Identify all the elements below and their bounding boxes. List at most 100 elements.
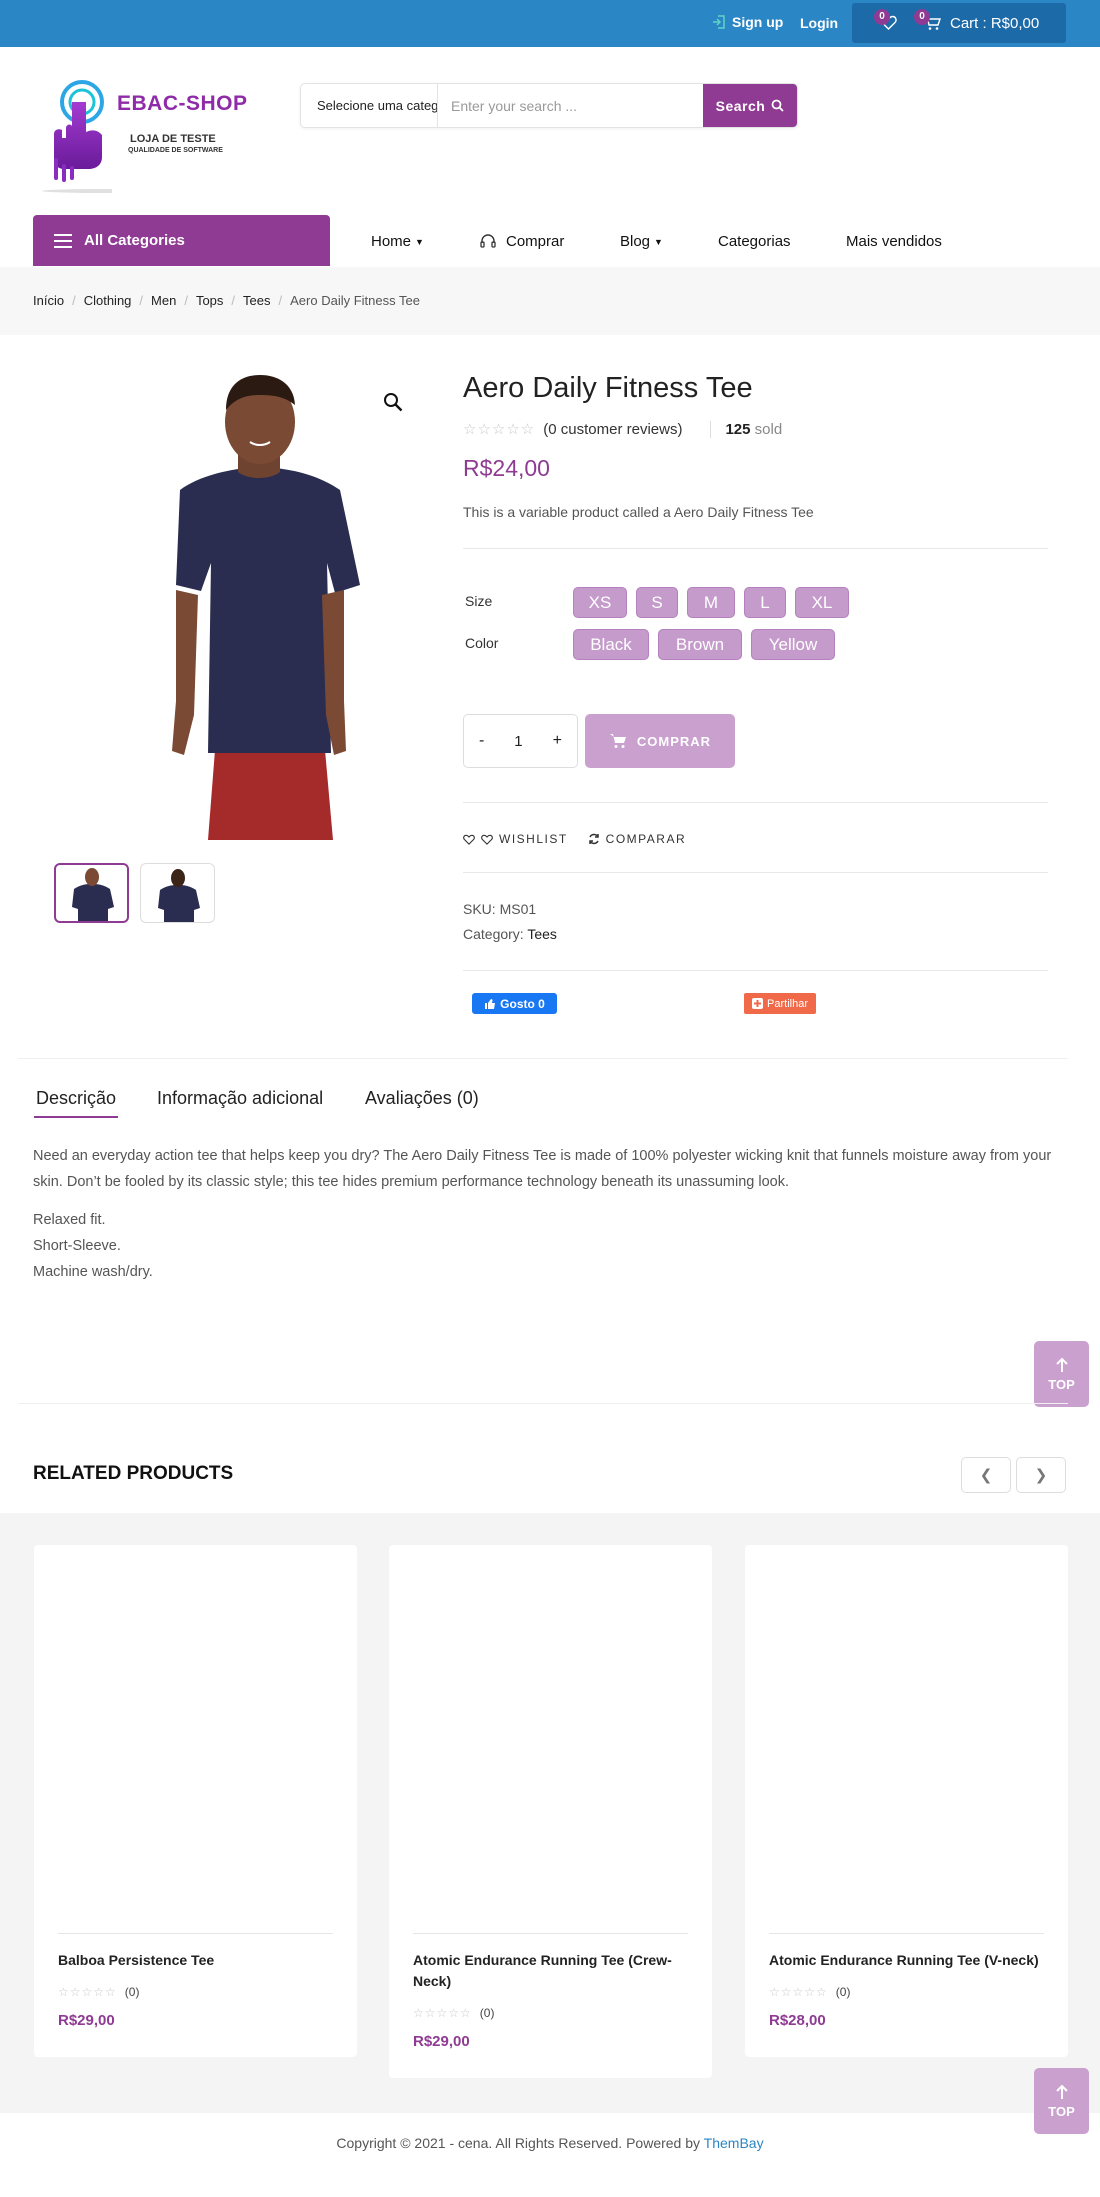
breadcrumb-item[interactable]: Men — [151, 293, 176, 308]
qty-decrease-button[interactable]: - — [479, 732, 484, 750]
carousel-prev-button[interactable]: ❮ — [961, 1457, 1011, 1493]
quantity-stepper: - 1 + — [463, 714, 578, 768]
search-button-label: Search — [715, 97, 766, 114]
breadcrumb-item[interactable]: Clothing — [84, 293, 132, 308]
cart-icon — [609, 734, 626, 748]
zoom-icon[interactable] — [383, 392, 403, 412]
thumbnail-1[interactable] — [54, 863, 129, 923]
tab-descricao[interactable]: Descrição — [33, 1088, 119, 1118]
product-card[interactable]: Atomic Endurance Running Tee (V-neck) ☆☆… — [745, 1545, 1068, 2057]
logo-hand-icon — [42, 80, 112, 193]
thumbnail-image — [71, 868, 114, 921]
nav-mais-vendidos[interactable]: Mais vendidos — [846, 233, 942, 250]
feature-item: Machine wash/dry. — [33, 1264, 153, 1280]
product-card-name[interactable]: Atomic Endurance Running Tee (Crew-Neck) — [413, 1950, 692, 1992]
product-card-name[interactable]: Balboa Persistence Tee — [58, 1950, 337, 1971]
category-link[interactable]: Tees — [527, 926, 557, 942]
logo-title: EBAC-SHOP — [117, 92, 248, 115]
logo-tagline: QUALIDADE DE SOFTWARE — [128, 147, 223, 154]
nav-comprar[interactable]: Comprar — [480, 233, 564, 250]
chevron-right-icon: ❯ — [1034, 1467, 1048, 1484]
size-option-xl[interactable]: XL — [795, 587, 849, 618]
review-count[interactable]: (0 customer reviews) — [543, 421, 682, 438]
footer-link[interactable]: ThemBay — [704, 2135, 764, 2151]
divider — [463, 872, 1048, 873]
product-main-image[interactable] — [120, 370, 380, 840]
breadcrumb-item[interactable]: Tops — [196, 293, 223, 308]
add-to-cart-button[interactable]: COMPRAR — [585, 714, 735, 768]
product-card-name[interactable]: Atomic Endurance Running Tee (V-neck) — [769, 1950, 1048, 1971]
breadcrumb-item[interactable]: Início — [33, 293, 64, 308]
tab-avaliacoes[interactable]: Avaliações (0) — [365, 1088, 479, 1109]
caret-down-icon: ▼ — [654, 236, 663, 247]
qty-value[interactable]: 1 — [514, 733, 522, 750]
cart-box[interactable]: 0 0 Cart : R$0,00 — [852, 3, 1066, 43]
size-option-xs[interactable]: XS — [573, 587, 627, 618]
tab-informacao-adicional[interactable]: Informação adicional — [157, 1088, 323, 1109]
add-to-cart-label: COMPRAR — [636, 733, 712, 749]
size-option-l[interactable]: L — [744, 587, 786, 618]
product-actions: WISHLIST COMPARAR — [463, 832, 686, 846]
top-bar: Sign up Login 0 0 Cart : R$0,00 — [0, 0, 1100, 47]
facebook-like-button[interactable]: Gosto 0 — [472, 993, 557, 1014]
product-card-reviews: (0) — [835, 1985, 851, 1999]
logo-subtitle: LOJA DE TESTE — [130, 133, 216, 145]
back-to-top-button[interactable]: TOP — [1034, 1341, 1089, 1407]
wishlist-button[interactable]: WISHLIST — [463, 832, 568, 846]
nav-blog[interactable]: Blog ▼ — [620, 233, 663, 250]
headset-icon — [480, 234, 496, 248]
divider — [463, 802, 1048, 803]
card-divider — [413, 1933, 688, 1934]
breadcrumb: Início / Clothing / Men / Tops / Tees / Aero … — [33, 293, 420, 308]
footer: Copyright © 2021 - cena. All Rights Rese… — [0, 2135, 1100, 2151]
nav-comprar-label: Comprar — [506, 233, 565, 250]
divider — [18, 1058, 1068, 1059]
product-card-reviews: (0) — [479, 2006, 495, 2020]
all-categories-button[interactable]: All Categories — [33, 215, 330, 266]
breadcrumb-separator: / — [278, 293, 283, 308]
login-link[interactable]: Login — [800, 15, 838, 31]
color-option-black[interactable]: Black — [573, 629, 649, 660]
star-icon: ☆☆☆☆☆ — [58, 1985, 117, 1999]
star-icon: ☆☆☆☆☆ — [769, 1985, 828, 1999]
carousel-next-button[interactable]: ❯ — [1016, 1457, 1066, 1493]
search-input[interactable] — [438, 84, 703, 127]
product-card-reviews: (0) — [124, 1985, 140, 1999]
site-logo[interactable]: EBAC-SHOP LOJA DE TESTE QUALIDADE DE SOF… — [42, 78, 252, 193]
thumbnail-2[interactable] — [140, 863, 215, 923]
product-card[interactable]: Atomic Endurance Running Tee (Crew-Neck)… — [389, 1545, 712, 2078]
search-bar: Selecione uma categoria Search — [300, 83, 798, 128]
nav-categorias[interactable]: Categorias — [718, 233, 791, 250]
nav-mais-vendidos-label: Mais vendidos — [846, 233, 942, 250]
signup-label: Sign up — [732, 14, 784, 30]
nav-categorias-label: Categorias — [718, 233, 791, 250]
category-select[interactable]: Selecione uma categoria — [301, 84, 438, 127]
product-short-description: This is a variable product called a Aero… — [463, 504, 814, 520]
thumbs-up-icon — [485, 998, 496, 1009]
size-option-s[interactable]: S — [636, 587, 678, 618]
color-option-brown[interactable]: Brown — [658, 629, 742, 660]
breadcrumb-separator: / — [139, 293, 144, 308]
product-description: Need an everyday action tee that helps k… — [33, 1148, 1052, 1190]
color-option-yellow[interactable]: Yellow — [751, 629, 835, 660]
nav-home[interactable]: Home ▼ — [371, 233, 424, 250]
sku-label: SKU: — [463, 901, 496, 917]
feature-item: Short-Sleeve. — [33, 1238, 121, 1254]
size-option-m[interactable]: M — [687, 587, 735, 618]
back-to-top-button[interactable]: TOP — [1034, 2068, 1089, 2134]
product-card[interactable]: Balboa Persistence Tee ☆☆☆☆☆ (0) R$29,00 — [34, 1545, 357, 2057]
qty-increase-button[interactable]: + — [553, 732, 562, 750]
signup-link[interactable]: Sign up — [712, 14, 783, 30]
breadcrumb-separator: / — [184, 293, 188, 308]
star-icon: ☆☆☆☆☆ — [463, 421, 536, 438]
top-label: TOP — [1048, 1376, 1075, 1392]
product-category: Category: Tees — [463, 926, 557, 942]
compare-button[interactable]: COMPARAR — [588, 832, 686, 846]
share-label: Partilhar — [767, 997, 808, 1010]
search-button[interactable]: Search — [703, 84, 797, 127]
divider — [463, 548, 1048, 549]
product-sku: SKU: MS01 — [463, 901, 536, 917]
cart-total[interactable]: Cart : R$0,00 — [950, 15, 1039, 32]
share-button[interactable]: Partilhar — [744, 993, 816, 1014]
breadcrumb-item[interactable]: Tees — [243, 293, 270, 308]
